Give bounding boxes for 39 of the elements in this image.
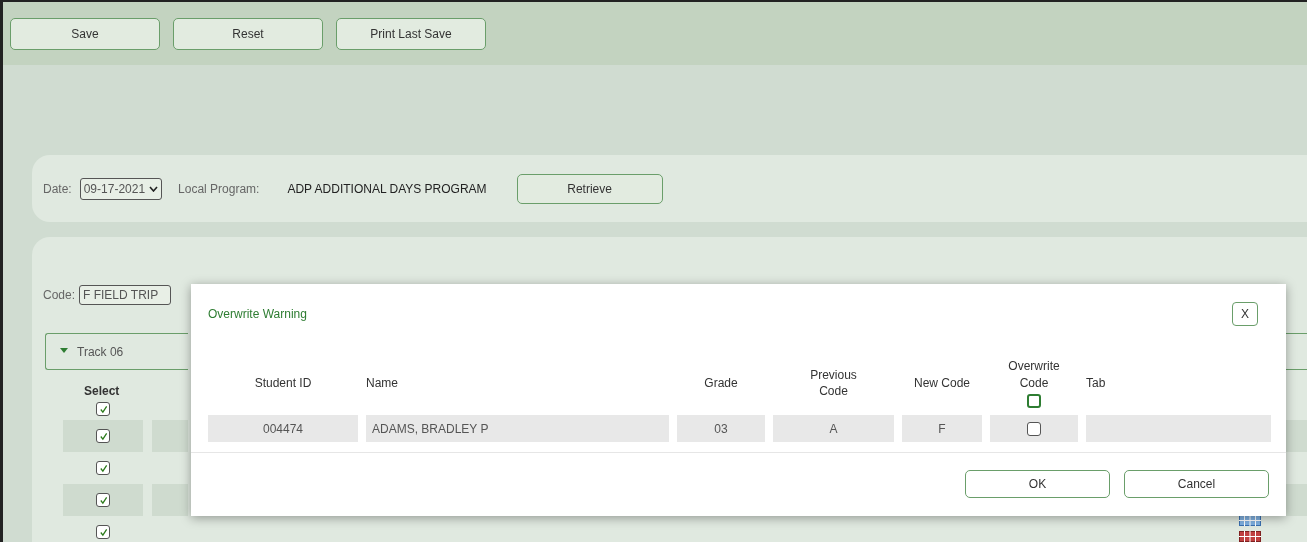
column-header: Previous Code [809, 366, 858, 400]
cancel-button[interactable]: Cancel [1124, 470, 1269, 498]
checkbox[interactable] [96, 493, 110, 507]
field-label: Local Program: [178, 181, 260, 196]
column-header: Select [84, 384, 120, 398]
checkbox[interactable] [96, 525, 110, 539]
table-cell [152, 484, 188, 516]
save-button[interactable]: Save [10, 18, 160, 50]
checkbox[interactable] [96, 402, 110, 416]
date-dropdown[interactable]: 09-17-2021 [79, 177, 163, 200]
column-header: Student ID [254, 376, 312, 390]
column-header: Grade [704, 376, 738, 390]
code-field[interactable]: F FIELD TRIP [79, 285, 172, 305]
column-header: Name [366, 376, 398, 390]
table-cell: F [902, 415, 982, 442]
retrieve-button[interactable]: Retrieve [516, 173, 663, 204]
field-label: Code: [43, 288, 76, 302]
chevron-icon [149, 185, 159, 192]
print-button[interactable]: Print Last Save [336, 18, 486, 50]
table-cell: 004474 [208, 415, 358, 442]
checkbox[interactable] [1027, 421, 1041, 436]
column-header: Tab [1086, 376, 1106, 390]
checkbox[interactable] [96, 461, 110, 475]
track-header[interactable]: Track 06 [45, 333, 188, 370]
grid-icon[interactable] [1239, 531, 1261, 542]
table-cell: A [773, 415, 894, 442]
close-button[interactable]: X [1232, 302, 1258, 326]
field-label: Date: [43, 181, 72, 196]
program-value: ADP ADDITIONAL DAYS PROGRAM [287, 181, 487, 196]
column-header: Overwrite Code [1007, 358, 1061, 391]
table-cell: 03 [677, 415, 765, 442]
reset-button[interactable]: Reset [173, 18, 323, 50]
table-cell [152, 420, 188, 452]
table-cell: ADAMS, BRADLEY P [366, 415, 669, 442]
dialog-title: Overwrite Warning [208, 307, 307, 321]
checkbox[interactable] [96, 429, 110, 443]
column-header: New Code [914, 374, 970, 392]
checkbox[interactable] [1027, 393, 1041, 408]
ok-button[interactable]: OK [965, 470, 1110, 498]
